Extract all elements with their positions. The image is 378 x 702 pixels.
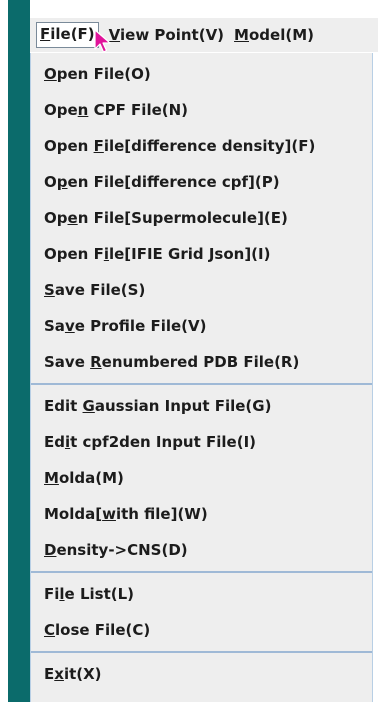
menubar-view-point-v[interactable]: View Point(V) xyxy=(109,23,224,47)
menu-item-save-renumbered-pdb-file-r[interactable]: Save Renumbered PDB File(R) xyxy=(31,344,372,380)
menu-separator xyxy=(31,571,372,573)
menu-separator xyxy=(31,651,372,653)
window-edge-strip xyxy=(8,0,30,702)
menu-item-edit-cpf2den-input-file-i[interactable]: Edit cpf2den Input File(I) xyxy=(31,424,372,460)
menu-item-molda-m[interactable]: Molda(M) xyxy=(31,460,372,496)
menu-item-open-file-ifie-grid-json-i[interactable]: Open File[IFIE Grid Json](I) xyxy=(31,236,372,272)
menu-item-open-cpf-file-n[interactable]: Open CPF File(N) xyxy=(31,92,372,128)
menu-item-open-file-o[interactable]: Open File(O) xyxy=(31,56,372,92)
file-menu-dropdown: Open File(O) Open CPF File(N) Open File[di… xyxy=(30,53,373,702)
menu-item-open-file-difference-density-f[interactable]: Open File[difference density](F) xyxy=(31,128,372,164)
menu-item-molda-with-file-w[interactable]: Molda[with file](W) xyxy=(31,496,372,532)
menu-item-open-file-difference-cpf-p[interactable]: Open File[difference cpf](P) xyxy=(31,164,372,200)
menubar-file-f[interactable]: File(F) xyxy=(36,22,99,48)
menu-item-edit-gaussian-input-file-g[interactable]: Edit Gaussian Input File(G) xyxy=(31,388,372,424)
menubar-model-m[interactable]: Model(M) xyxy=(234,23,314,47)
menu-separator xyxy=(31,383,372,385)
menu-item-save-file-s[interactable]: Save File(S) xyxy=(31,272,372,308)
menu-bar: File(F) View Point(V) Model(M) xyxy=(30,18,378,52)
menu-item-density-cns-d[interactable]: Density->CNS(D) xyxy=(31,532,372,568)
menu-item-close-file-c[interactable]: Close File(C) xyxy=(31,612,372,648)
menu-item-exit-x[interactable]: Exit(X) xyxy=(31,656,372,692)
mouse-pointer-icon xyxy=(94,29,111,53)
menu-item-save-profile-file-v[interactable]: Save Profile File(V) xyxy=(31,308,372,344)
menu-item-open-file-supermolecule-e[interactable]: Open File[Supermolecule](E) xyxy=(31,200,372,236)
menu-item-file-list-l[interactable]: File List(L) xyxy=(31,576,372,612)
